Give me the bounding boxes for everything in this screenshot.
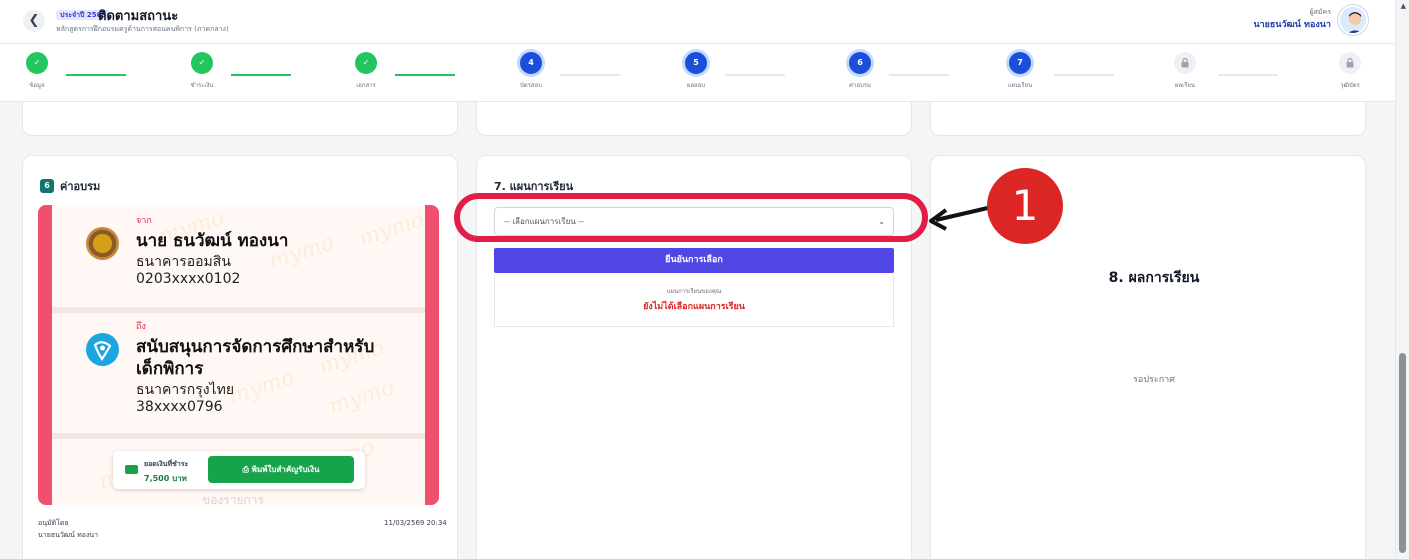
highlight-ring — [454, 193, 928, 242]
sender-name: นาย ธนวัฒน์ ทองนา — [136, 231, 289, 251]
step-label: ผลเรียน — [1174, 82, 1196, 89]
receiver-account: 38xxxx0796 — [136, 399, 223, 415]
step-documents[interactable]: ✓ เอกสาร — [336, 52, 396, 90]
step-study-plan[interactable]: 7 แผนเรียน — [990, 52, 1050, 90]
step-label: วุฒิบัตร — [1340, 82, 1360, 89]
step-connector — [1054, 74, 1114, 76]
lock-icon — [1174, 52, 1196, 74]
sender-account: 0203xxxx0102 — [136, 271, 241, 287]
slip-faded-text: ของรายการ — [202, 493, 264, 507]
back-button[interactable]: ❮ — [23, 10, 45, 32]
receiver-name-line2: เด็กพิการ — [136, 359, 204, 379]
card8-title: 8. ผลการเรียน — [1108, 270, 1200, 286]
lock-icon — [1339, 52, 1361, 74]
selected-plan-box: แผนการเรียนของคุณ ยังไม่ได้เลือกแผนการเร… — [494, 273, 894, 327]
user-name: นายธนวัฒน์ ทองนา — [1253, 20, 1331, 30]
step-connector — [231, 74, 291, 76]
sender-bank: ธนาคารออมสิน — [136, 254, 231, 270]
step-exam-card[interactable]: 4 บัตรสอบ — [501, 52, 561, 90]
print-button-label: พิมพ์ใบสำคัญรับเงิน — [251, 465, 320, 474]
step-certificate[interactable]: วุฒิบัตร — [1320, 52, 1380, 90]
previous-card — [930, 102, 1366, 136]
step-payment[interactable]: ✓ ชำระเงิน — [172, 52, 232, 90]
step-label: ข้อมูล — [29, 82, 45, 89]
amount-value: 7,500 บาท — [144, 474, 187, 483]
step-number: 5 — [685, 52, 707, 74]
selected-plan-label: แผนการเรียนของคุณ — [666, 288, 722, 295]
amount-label: ยอดเงินที่ชำระ — [144, 460, 189, 468]
card8-status: รอประกาศ — [1133, 375, 1175, 385]
from-label: จาก — [136, 216, 152, 226]
step-number: 4 — [520, 52, 542, 74]
receiver-bank: ธนาคารกรุงไทย — [136, 382, 235, 398]
step-label: ค่าอบรม — [849, 82, 871, 89]
step-connector — [889, 74, 949, 76]
step-connector — [66, 74, 126, 76]
slip-divider — [52, 307, 425, 313]
annotation-number: 1 — [987, 168, 1063, 244]
check-icon: ✓ — [26, 52, 48, 74]
to-label: ถึง — [136, 322, 146, 332]
step-label: ชำระเงิน — [190, 82, 214, 89]
approved-by-label: อนุมัติโดย — [38, 519, 69, 527]
money-icon — [125, 465, 138, 474]
print-receipt-button[interactable]: ⎙ พิมพ์ใบสำคัญรับเงิน — [208, 456, 354, 483]
printer-icon: ⎙ — [242, 465, 249, 474]
step-label: ผลสอบ — [686, 82, 706, 89]
payment-amount-box: ยอดเงินที่ชำระ 7,500 บาท ⎙ พิมพ์ใบสำคัญร… — [113, 451, 365, 489]
step-training-fee[interactable]: 6 ค่าอบรม — [830, 52, 890, 90]
receiver-bank-logo — [86, 333, 119, 366]
step-badge: 6 — [40, 179, 54, 193]
scrollbar-thumb[interactable] — [1399, 353, 1406, 553]
sender-bank-logo — [86, 227, 119, 260]
step-number: 7 — [1009, 52, 1031, 74]
page-subtitle: หลักสูตรการฝึกอบรมครูด้านการสอนคนพิการ (… — [56, 25, 229, 33]
step-study-result[interactable]: ผลเรียน — [1155, 52, 1215, 90]
avatar[interactable] — [1338, 5, 1368, 35]
card6-header: 6 ค่าอบรม — [40, 177, 100, 195]
previous-card — [22, 102, 458, 136]
page-title: ติดตามสถานะ — [98, 9, 179, 24]
step-connector — [725, 74, 785, 76]
step-connector — [560, 74, 620, 76]
top-header: ❮ ประจำปี 2569 ติดตามสถานะ หลักสูตรการฝึ… — [0, 0, 1395, 44]
main-content: 6 ค่าอบรม mymo mymo mymo mymo mymo mymo … — [0, 102, 1395, 559]
approved-by-name: นายธนวัฒน์ ทองนา — [38, 531, 99, 539]
arrow-left-icon — [929, 205, 993, 231]
step-info[interactable]: ✓ ข้อมูล — [7, 52, 67, 90]
scrollbar[interactable]: ▲ — [1395, 0, 1409, 559]
step-exam-result[interactable]: 5 ผลสอบ — [666, 52, 726, 90]
chevron-left-icon: ❮ — [28, 13, 40, 28]
check-icon: ✓ — [191, 52, 213, 74]
slip-watermark: mymo — [325, 375, 398, 420]
step-label: เอกสาร — [356, 82, 376, 89]
user-avatar-icon — [1340, 7, 1366, 33]
progress-stepper: ✓ ข้อมูล ✓ ชำระเงิน ✓ เอกสาร 4 บัตรสอบ 5… — [0, 44, 1395, 102]
step-label: แผนเรียน — [1007, 82, 1033, 89]
confirm-selection-button[interactable]: ยืนยันการเลือก — [494, 248, 894, 273]
step-connector — [1218, 74, 1278, 76]
scroll-up-icon[interactable]: ▲ — [1401, 2, 1406, 10]
slip-watermark: mymo — [225, 365, 298, 410]
step-connector — [395, 74, 455, 76]
previous-card — [476, 102, 912, 136]
selected-plan-value: ยังไม่ได้เลือกแผนการเรียน — [643, 302, 745, 312]
step-label: บัตรสอบ — [519, 82, 542, 89]
check-icon: ✓ — [355, 52, 377, 74]
approved-timestamp: 11/03/2569 20:34 — [384, 519, 447, 527]
step-number: 6 — [849, 52, 871, 74]
slip-watermark: mymo — [355, 207, 428, 252]
slip-divider — [52, 433, 425, 439]
card6-title: ค่าอบรม — [60, 180, 101, 193]
